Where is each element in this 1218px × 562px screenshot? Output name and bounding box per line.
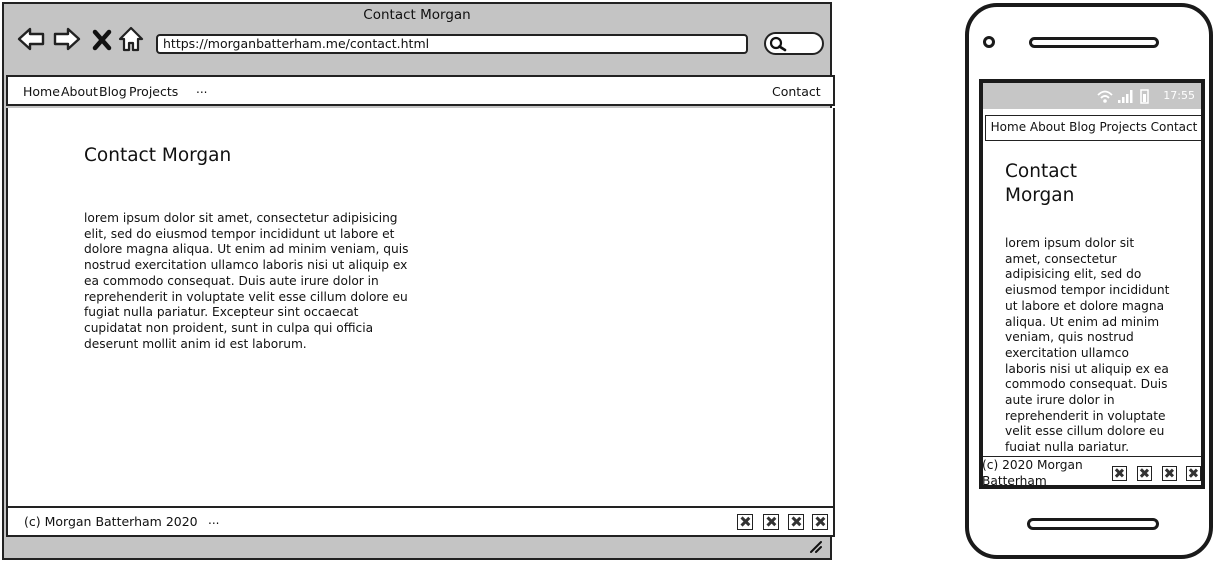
status-time: 17:55 (1163, 89, 1195, 102)
social-link-icon[interactable] (763, 514, 779, 530)
desktop-browser-window: Contact Morgan https://morganbatterham.m… (2, 2, 835, 560)
nav-link-projects[interactable]: Projects (129, 84, 178, 99)
search-box[interactable] (764, 32, 824, 55)
page-content: Contact Morgan lorem ipsum dolor sit ame… (6, 108, 835, 506)
social-link-icon[interactable] (812, 514, 828, 530)
social-link-icon[interactable] (788, 514, 804, 530)
social-link-icon[interactable] (1186, 466, 1201, 481)
stop-button[interactable] (90, 24, 114, 54)
page-title: Contact Morgan (84, 145, 232, 166)
site-nav: Home About Blog Projects ... Contact (6, 75, 835, 106)
url-input[interactable]: https://morganbatterham.me/contact.html (156, 34, 748, 54)
speaker-icon (1029, 37, 1159, 48)
mobile-footer: (c) 2020 Morgan Batterham (982, 456, 1201, 488)
social-link-icon[interactable] (1137, 466, 1152, 481)
status-icons (1097, 89, 1149, 104)
mobile-phone-frame: 17:55 Home About Blog Projects Contact C… (965, 3, 1213, 559)
arrow-right-icon (53, 27, 81, 51)
home-button[interactable] (117, 24, 145, 54)
body-text: lorem ipsum dolor sit amet, consectetur … (84, 211, 409, 351)
phone-screen: 17:55 Home About Blog Projects Contact C… (979, 79, 1205, 489)
social-link-icon[interactable] (1112, 466, 1127, 481)
nav-link-contact[interactable]: Contact (772, 84, 821, 99)
forward-button[interactable] (52, 24, 82, 54)
site-footer: (c) Morgan Batterham 2020 ... (6, 506, 835, 537)
status-bar: 17:55 (983, 83, 1201, 109)
home-icon (118, 26, 144, 52)
social-link-icon[interactable] (737, 514, 753, 530)
social-link-icon[interactable] (1162, 466, 1177, 481)
window-title: Contact Morgan (363, 7, 471, 23)
resize-grip-icon[interactable] (808, 539, 822, 553)
battery-icon (1140, 89, 1149, 104)
close-icon (92, 29, 112, 51)
nav-link-home[interactable]: Home (23, 84, 60, 99)
nav-link-blog[interactable]: Blog (99, 84, 127, 99)
mobile-body-text: lorem ipsum dolor sit amet, consectetur … (1005, 236, 1170, 451)
footer-copyright: (c) Morgan Batterham 2020 (24, 514, 198, 529)
mobile-footer-copyright: (c) 2020 Morgan Batterham (982, 458, 1083, 488)
search-icon (769, 36, 787, 52)
nav-link-about[interactable]: About (61, 84, 98, 99)
camera-icon (983, 36, 995, 48)
arrow-left-icon (17, 27, 45, 51)
mobile-page-title: Contact Morgan (1005, 161, 1077, 206)
wifi-icon (1097, 90, 1113, 103)
home-button[interactable] (1027, 518, 1159, 530)
back-button[interactable] (16, 24, 46, 54)
nav-more: ... (196, 82, 208, 96)
footer-more: ... (208, 513, 220, 527)
signal-icon (1118, 90, 1133, 103)
mobile-nav[interactable]: Home About Blog Projects Contact (985, 115, 1201, 141)
